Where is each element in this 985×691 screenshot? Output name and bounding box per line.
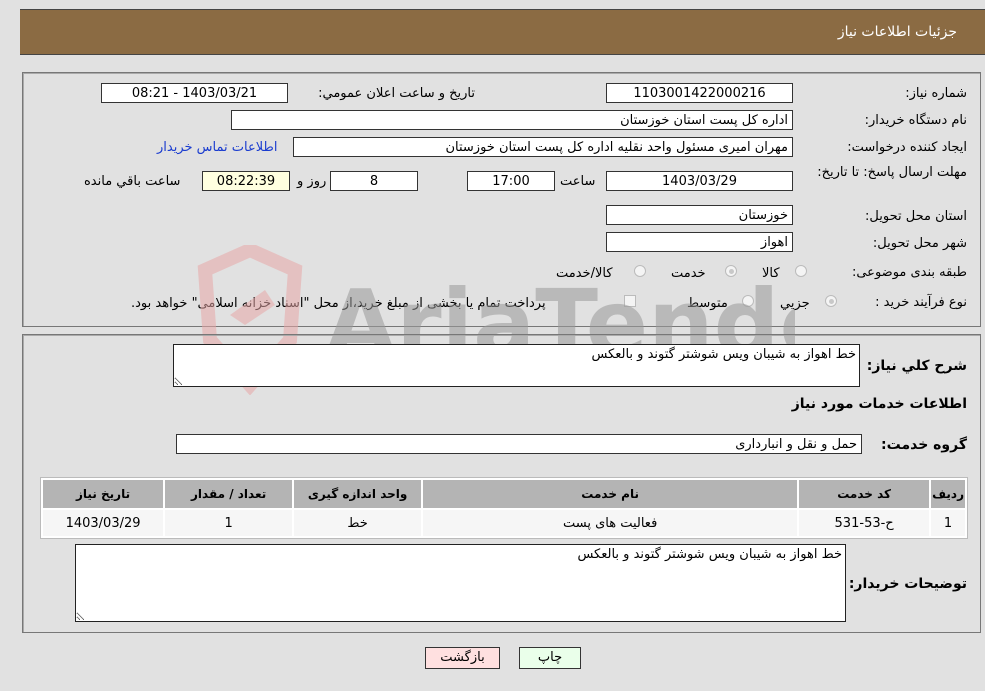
col-need-date: تاریخ نیاز [43, 480, 164, 508]
col-row-number: ردیف [931, 480, 965, 508]
days-label: روز و [297, 174, 327, 189]
process-medium-label: متوسط [687, 296, 728, 311]
announce-datetime-field: 1403/03/21 - 08:21 [101, 83, 288, 103]
city-label: شهر محل تحویل: [872, 236, 967, 251]
remaining-days-field: 8 [330, 171, 418, 191]
category-service-radio[interactable] [725, 265, 737, 277]
need-number-label: شماره نیاز: [905, 86, 967, 101]
requester-field: مهران امیری مسئول واحد نقلیه اداره کل پس… [293, 137, 793, 157]
summary-label: شرح کلي نیاز: [866, 358, 967, 374]
col-quantity: تعداد / مقدار [165, 480, 293, 508]
announce-datetime-label: تاریخ و ساعت اعلان عمومي: [318, 86, 475, 101]
requester-label: ایجاد کننده درخواست: [847, 140, 967, 155]
deadline-date-field: 1403/03/29 [606, 171, 793, 191]
deadline-label: مهلت ارسال پاسخ: تا تاریخ: [817, 165, 967, 180]
page-header: جزئیات اطلاعات نیاز [20, 9, 985, 55]
need-number-field: 1103001422000216 [606, 83, 793, 103]
deadline-time-label: ساعت [560, 174, 596, 189]
process-small-radio[interactable] [825, 295, 837, 307]
buyer-org-label: نام دستگاه خریدار: [864, 113, 967, 128]
buyer-notes-label: توضیحات خریدار: [848, 576, 967, 592]
treasury-note: پرداخت تمام یا بخشی از مبلغ خرید،از محل … [131, 296, 546, 311]
process-type-label: نوع فرآیند خرید : [875, 295, 967, 310]
print-button[interactable]: چاپ [519, 647, 581, 669]
cell-service-name: فعالیت های پست [423, 510, 798, 536]
city-field: اهواز [606, 232, 793, 252]
category-goods-service-label: کالا/خدمت [556, 266, 613, 281]
services-table: ردیف کد خدمت نام خدمت واحد اندازه گیری ت… [40, 477, 968, 539]
service-group-label: گروه خدمت: [881, 437, 967, 453]
category-label: طبقه بندی موضوعی: [851, 265, 967, 280]
back-button[interactable]: بازگشت [425, 647, 500, 669]
category-goods-label: کالا [762, 266, 780, 281]
buyer-contact-link[interactable]: اطلاعات تماس خریدار [157, 140, 277, 155]
deadline-time-field: 17:00 [467, 171, 555, 191]
province-label: استان محل تحویل: [865, 209, 967, 224]
summary-textarea[interactable]: خط اهواز به شیبان ویس شوشتر گتوند و بالع… [173, 344, 860, 387]
cell-service-code: ح-53-531 [799, 510, 930, 536]
treasury-checkbox[interactable] [624, 295, 636, 307]
category-service-label: خدمت [671, 266, 706, 281]
cell-quantity: 1 [165, 510, 293, 536]
remaining-time-field: 08:22:39 [202, 171, 290, 191]
province-field: خوزستان [606, 205, 793, 225]
col-service-name: نام خدمت [423, 480, 798, 508]
page-title: جزئیات اطلاعات نیاز [837, 24, 957, 40]
cell-unit: خط [294, 510, 422, 536]
cell-row-number: 1 [931, 510, 965, 536]
buyer-notes-textarea[interactable]: خط اهواز به شیبان ویس شوشتر گتوند و بالع… [75, 544, 846, 622]
col-unit: واحد اندازه گیری [294, 480, 422, 508]
service-group-field: حمل و نقل و انبارداری [176, 434, 862, 454]
col-service-code: کد خدمت [799, 480, 930, 508]
remaining-time-label: ساعت باقي مانده [84, 174, 181, 189]
table-header-row: ردیف کد خدمت نام خدمت واحد اندازه گیری ت… [43, 480, 965, 508]
process-small-label: جزيي [780, 296, 810, 311]
services-heading: اطلاعات خدمات مورد نیاز [791, 396, 967, 412]
process-medium-radio[interactable] [742, 295, 754, 307]
cell-need-date: 1403/03/29 [43, 510, 164, 536]
category-goods-service-radio[interactable] [634, 265, 646, 277]
category-goods-radio[interactable] [795, 265, 807, 277]
buyer-org-field: اداره کل پست استان خوزستان [231, 110, 793, 130]
table-row: 1 ح-53-531 فعالیت های پست خط 1 1403/03/2… [43, 510, 965, 536]
